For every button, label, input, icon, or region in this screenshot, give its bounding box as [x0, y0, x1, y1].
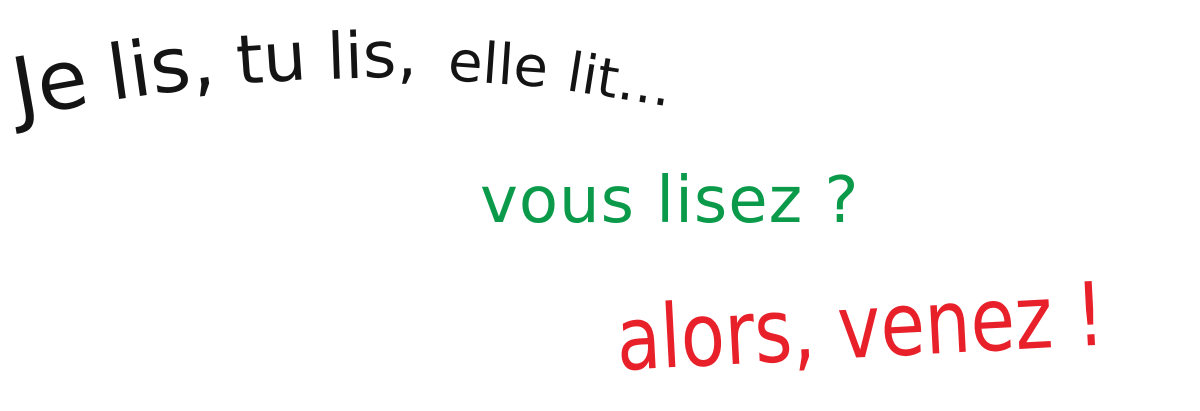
word-lit: lit… [563, 41, 677, 120]
word-je: Je [0, 30, 95, 137]
line-two: vous lisez ? [480, 164, 859, 238]
word-elle: elle [446, 29, 550, 101]
word-tu: tu [234, 17, 309, 101]
word-lis-2: lis, [326, 18, 418, 95]
poster-svg: Je lis, tu lis, elle lit… vous lisez ? a… [0, 15, 1107, 391]
poster-canvas: Je lis, tu lis, elle lit… vous lisez ? a… [0, 0, 1200, 411]
word-lis-1: lis, [102, 15, 219, 118]
line-one: Je lis, tu lis, elle lit… [0, 15, 677, 138]
line-three: alors, venez ! [614, 263, 1107, 391]
